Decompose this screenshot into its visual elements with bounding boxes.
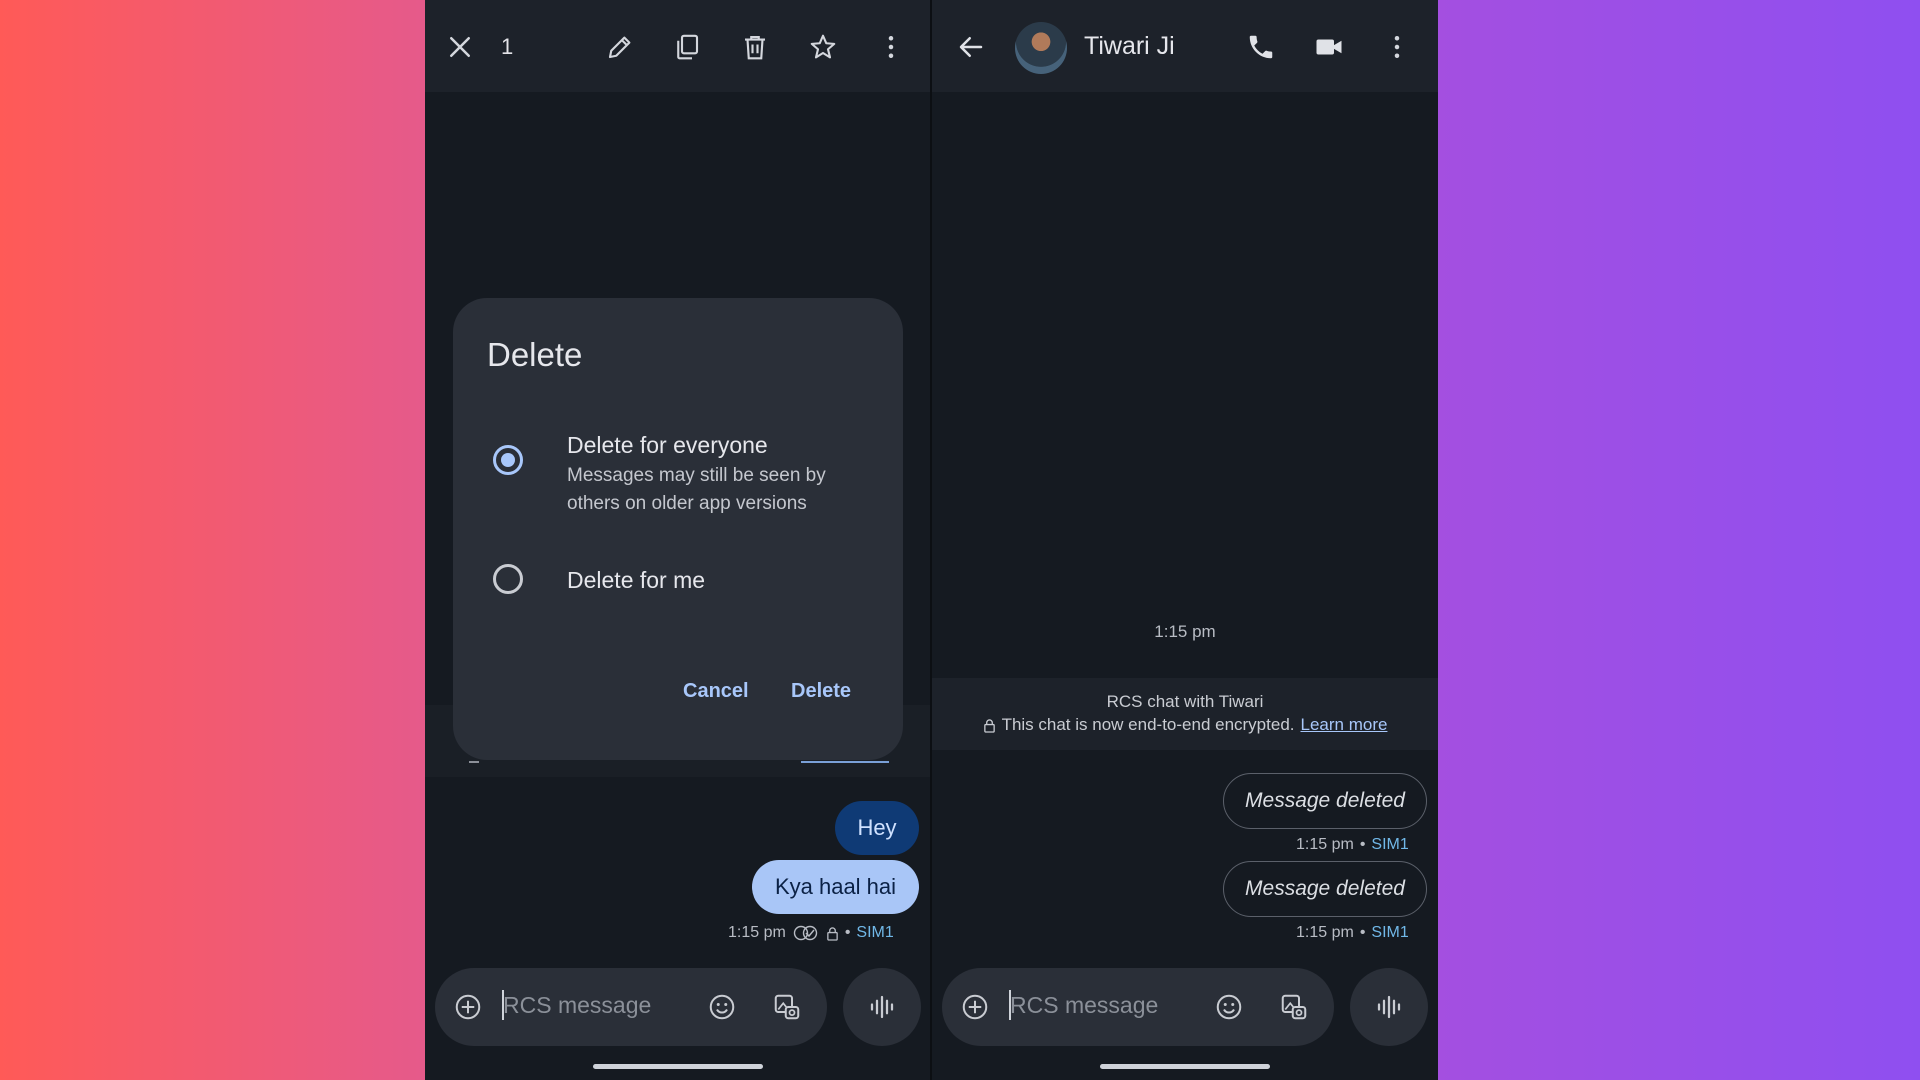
sim-label: SIM1 bbox=[1371, 924, 1409, 941]
add-attachment-icon[interactable] bbox=[958, 990, 992, 1024]
back-arrow-icon[interactable] bbox=[952, 28, 990, 66]
message-input[interactable]: RCS message bbox=[1010, 992, 1158, 1019]
video-call-icon[interactable] bbox=[1310, 28, 1348, 66]
selected-count: 1 bbox=[501, 34, 514, 59]
voice-message-button[interactable] bbox=[843, 968, 921, 1046]
more-vert-icon[interactable] bbox=[872, 28, 910, 66]
delete-icon[interactable] bbox=[736, 28, 774, 66]
contact-name[interactable]: Tiwari Ji bbox=[1084, 32, 1175, 61]
meta-separator: • bbox=[1359, 836, 1366, 853]
message-input[interactable]: RCS message bbox=[503, 992, 651, 1019]
voice-message-button[interactable] bbox=[1350, 968, 1428, 1046]
message-time: 1:15 pm bbox=[1296, 924, 1354, 941]
close-icon[interactable] bbox=[441, 28, 479, 66]
emoji-icon[interactable] bbox=[705, 990, 739, 1024]
message-composer: RCS message bbox=[942, 968, 1334, 1046]
message-time: 1:15 pm bbox=[1296, 836, 1354, 853]
message-bubble-selected[interactable]: Kya haal hai bbox=[752, 860, 919, 914]
home-indicator bbox=[1100, 1064, 1270, 1069]
message-meta: 1:15 pm • SIM1 bbox=[1296, 924, 1409, 942]
conversation-header: Tiwari Ji bbox=[932, 0, 1438, 92]
more-vert-icon[interactable] bbox=[1378, 28, 1416, 66]
message-bubble-hey[interactable]: Hey bbox=[835, 801, 919, 855]
copy-icon[interactable] bbox=[668, 28, 706, 66]
voice-waveform-icon bbox=[1377, 995, 1401, 1019]
lock-icon bbox=[469, 761, 479, 763]
encryption-text: This chat is now end-to-end encrypted. bbox=[1001, 715, 1295, 734]
gallery-icon[interactable] bbox=[1277, 990, 1311, 1024]
home-indicator bbox=[593, 1064, 763, 1069]
sim-label: SIM1 bbox=[1371, 836, 1409, 853]
dialog-title: Delete bbox=[487, 336, 583, 373]
deleted-message-bubble[interactable]: Message deleted bbox=[1223, 861, 1427, 917]
learn-more-underline bbox=[801, 761, 889, 763]
add-attachment-icon[interactable] bbox=[451, 990, 485, 1024]
sim-label: SIM1 bbox=[856, 924, 894, 941]
message-meta: 1:15 pm • SIM1 bbox=[728, 924, 894, 942]
conversation-timestamp: 1:15 pm bbox=[1154, 622, 1216, 641]
cancel-button[interactable]: Cancel bbox=[683, 680, 749, 703]
encryption-notice: This chat is now end-to-end encrypted. L… bbox=[932, 715, 1438, 735]
meta-separator: • bbox=[1359, 924, 1366, 941]
option-title-me[interactable]: Delete for me bbox=[567, 567, 705, 594]
delivered-icon bbox=[793, 925, 818, 941]
left-phone-screen: 1 Hey Kya haal hai 1:15 pm • SIM1 RCS me… bbox=[425, 0, 931, 1080]
message-text: Message deleted bbox=[1245, 877, 1405, 900]
message-text: Message deleted bbox=[1245, 789, 1405, 812]
edit-icon[interactable] bbox=[601, 28, 639, 66]
message-meta: 1:15 pm • SIM1 bbox=[1296, 836, 1409, 854]
voice-waveform-icon bbox=[870, 995, 894, 1019]
lock-icon bbox=[827, 926, 838, 941]
deleted-message-bubble[interactable]: Message deleted bbox=[1223, 773, 1427, 829]
learn-more-link[interactable]: Learn more bbox=[1301, 715, 1388, 735]
delete-button[interactable]: Delete bbox=[791, 680, 851, 703]
rcs-chat-label: RCS chat with Tiwari bbox=[1106, 692, 1264, 711]
message-text: Hey bbox=[857, 815, 897, 840]
message-time: 1:15 pm bbox=[728, 924, 786, 941]
encryption-banner: RCS chat with Tiwari This chat is now en… bbox=[932, 678, 1438, 750]
emoji-icon[interactable] bbox=[1212, 990, 1246, 1024]
message-text: Kya haal hai bbox=[774, 874, 897, 899]
option-subtitle-everyone: Messages may still be seen by others on … bbox=[567, 465, 826, 514]
star-icon[interactable] bbox=[804, 28, 842, 66]
lock-icon bbox=[983, 718, 995, 733]
delete-dialog: Delete Delete for everyone Messages may … bbox=[453, 298, 903, 760]
phone-icon[interactable] bbox=[1242, 28, 1280, 66]
selection-toolbar: 1 bbox=[425, 0, 931, 92]
meta-separator: • bbox=[844, 924, 851, 941]
message-composer: RCS message bbox=[435, 968, 827, 1046]
right-phone-screen: Tiwari Ji 1:15 pm RCS chat with Tiwari T… bbox=[932, 0, 1438, 1080]
gallery-icon[interactable] bbox=[770, 990, 804, 1024]
radio-delete-for-me[interactable] bbox=[493, 564, 523, 594]
contact-avatar[interactable] bbox=[1015, 22, 1067, 74]
option-title-everyone[interactable]: Delete for everyone bbox=[567, 432, 768, 459]
radio-delete-for-everyone[interactable] bbox=[493, 445, 523, 475]
